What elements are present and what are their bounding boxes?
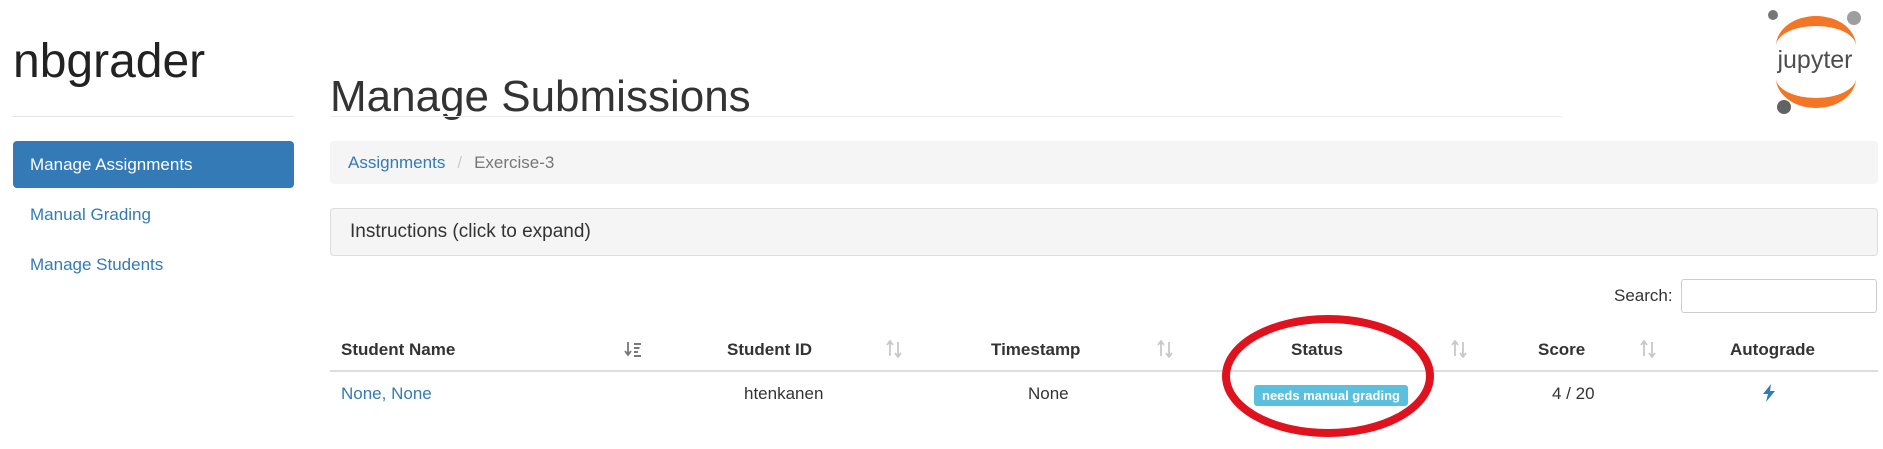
sidebar-nav: Manage Assignments Manual Grading Manage… [13,141,294,291]
column-student-id[interactable]: Student ID [727,340,812,360]
instructions-panel[interactable]: Instructions (click to expand) [330,208,1878,256]
column-status[interactable]: Status [1291,340,1343,360]
table-row: None, None htenkanen None needs manual g… [330,372,1878,414]
search-input[interactable] [1681,279,1877,313]
column-student-name[interactable]: Student Name [341,340,455,360]
score-cell: 4 / 20 [1552,384,1595,403]
sort-desc-icon[interactable] [624,340,642,358]
logo-moon-small [1768,10,1778,20]
student-name-link[interactable]: None, None [341,384,432,404]
breadcrumb: Assignments / Exercise-3 [330,141,1878,184]
search-label: Search: [1614,286,1673,305]
page-title: Manage Submissions [330,72,751,122]
instructions-toggle-label[interactable]: Instructions (click to expand) [350,221,591,243]
logo-moon-bottom [1777,100,1791,114]
logo-text: jupyter [1776,46,1852,74]
app-brand: nbgrader [13,35,206,88]
sort-both-icon[interactable] [885,340,903,358]
sort-both-icon[interactable] [1450,340,1468,358]
sort-both-icon[interactable] [1639,340,1657,358]
sidebar-item-manage-assignments[interactable]: Manage Assignments [13,141,294,188]
breadcrumb-separator: / [457,152,463,172]
title-divider [330,116,1562,117]
logo-moon-top [1847,11,1861,25]
breadcrumb-current: Exercise-3 [474,152,555,172]
column-autograde: Autograde [1730,340,1815,359]
bolt-icon[interactable] [1762,384,1776,402]
breadcrumb-assignments-link[interactable]: Assignments [348,153,445,173]
sidebar-item-manage-students[interactable]: Manage Students [13,241,294,288]
sort-both-icon[interactable] [1156,340,1174,358]
sidebar-item-manual-grading[interactable]: Manual Grading [13,191,294,238]
sidebar-divider [13,116,294,117]
column-timestamp[interactable]: Timestamp [991,340,1080,360]
timestamp-cell: None [1028,384,1069,403]
table-header: Student Name Student ID Timestamp Status… [330,330,1878,372]
logo-arc-top [1776,16,1856,46]
column-score[interactable]: Score [1538,340,1585,360]
jupyter-logo: jupyter [1768,10,1861,114]
status-badge: needs manual grading [1254,385,1408,406]
student-id-cell: htenkanen [744,384,824,403]
